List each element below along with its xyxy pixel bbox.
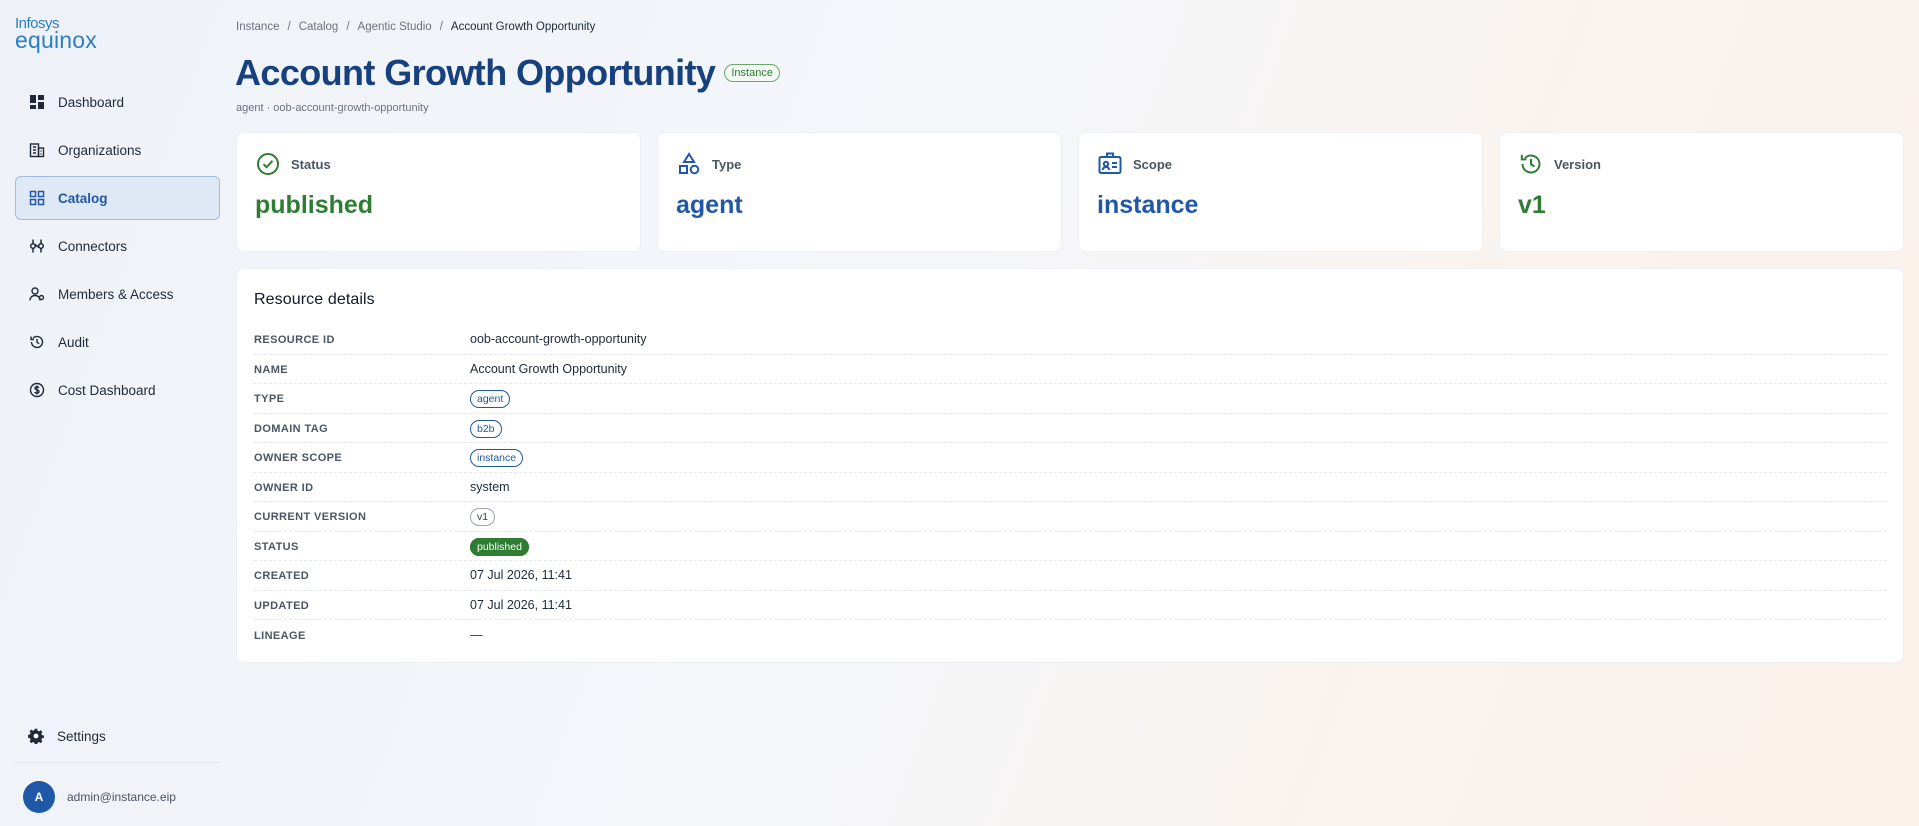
breadcrumb-instance[interactable]: Instance — [236, 21, 279, 33]
detail-key: UPDATED — [254, 599, 310, 612]
detail-value: — — [470, 627, 483, 642]
detail-key: RESOURCE ID — [254, 334, 335, 347]
status-card: Status published — [236, 132, 641, 252]
check-circle-icon — [255, 151, 281, 177]
gear-icon — [28, 728, 44, 744]
shapes-icon — [676, 151, 702, 177]
detail-key: DOMAIN TAG — [254, 422, 329, 435]
user-profile[interactable]: A admin@instance.eip — [23, 781, 176, 813]
scope-card-label: Scope — [1133, 156, 1173, 172]
page-subtitle: agent · oob-account-growth-opportunity — [236, 102, 429, 114]
owner-scope-pill: instance — [470, 449, 524, 468]
sidebar-divider — [15, 762, 220, 763]
table-row: UPDATED 07 Jul 2026, 11:41 — [254, 591, 1887, 620]
breadcrumb: Instance / Catalog / Agentic Studio / Ac… — [236, 21, 595, 33]
detail-key: OWNER ID — [254, 481, 314, 494]
type-card-label: Type — [712, 156, 742, 172]
sidebar-item-label: Dashboard — [58, 94, 125, 110]
status-card-value: published — [255, 191, 374, 219]
version-card: Version v1 — [1499, 132, 1904, 252]
type-card: Type agent — [657, 132, 1062, 252]
table-row: DOMAIN TAG b2b — [254, 414, 1887, 443]
sidebar-item-label: Members & Access — [58, 286, 174, 302]
version-card-label: Version — [1554, 156, 1601, 172]
id-badge-icon — [1097, 151, 1123, 177]
page-title: Account Growth Opportunity — [235, 52, 716, 93]
grid-icon — [29, 190, 45, 206]
table-row: CREATED 07 Jul 2026, 11:41 — [254, 561, 1887, 591]
sidebar-item-audit[interactable]: Audit — [15, 320, 220, 364]
table-row: OWNER SCOPE instance — [254, 443, 1887, 473]
sidebar-nav: Dashboard Organizations Catalog Connecto… — [15, 80, 220, 416]
brand-line2: equinox — [15, 27, 97, 53]
sidebar-item-label: Audit — [58, 334, 89, 350]
sidebar-item-label: Catalog — [58, 190, 108, 206]
detail-key: TYPE — [254, 393, 285, 406]
settings-label: Settings — [57, 728, 106, 744]
breadcrumb-separator: / — [346, 21, 350, 33]
avatar: A — [23, 781, 55, 813]
connector-icon — [29, 238, 45, 254]
detail-key: OWNER SCOPE — [254, 452, 343, 465]
sidebar-item-organizations[interactable]: Organizations — [15, 128, 220, 172]
version-card-value: v1 — [1518, 191, 1546, 219]
resource-details-title: Resource details — [254, 291, 375, 308]
type-card-value: agent — [676, 191, 743, 219]
detail-value: oob-account-growth-opportunity — [470, 332, 647, 347]
table-row: NAME Account Growth Opportunity — [254, 355, 1887, 384]
detail-value: Account Growth Opportunity — [470, 361, 628, 376]
sidebar-item-catalog[interactable]: Catalog — [15, 176, 220, 220]
detail-value: system — [470, 479, 510, 494]
detail-key: NAME — [254, 363, 288, 376]
table-row: LINEAGE — — [254, 620, 1887, 650]
sidebar-item-connectors[interactable]: Connectors — [15, 224, 220, 268]
detail-key: LINEAGE — [254, 629, 306, 642]
settings-button[interactable]: Settings — [15, 716, 220, 756]
detail-key: CURRENT VERSION — [254, 511, 367, 524]
scope-badge: Instance — [724, 64, 780, 82]
sidebar-item-label: Cost Dashboard — [58, 382, 156, 398]
history-icon — [29, 334, 45, 350]
detail-key: CREATED — [254, 570, 310, 583]
type-pill: agent — [470, 390, 511, 409]
table-row: CURRENT VERSION v1 — [254, 502, 1887, 532]
resource-details-panel: Resource details RESOURCE ID oob-account… — [236, 268, 1904, 663]
domain-tag-pill: b2b — [470, 419, 502, 438]
dashboard-icon — [29, 94, 45, 110]
breadcrumb-separator: / — [439, 21, 443, 33]
breadcrumb-agentic-studio[interactable]: Agentic Studio — [358, 21, 432, 33]
history-icon — [1518, 151, 1544, 177]
sidebar: Infosys equinox Dashboard Organizations … — [0, 0, 232, 826]
user-email: admin@instance.eip — [67, 790, 176, 804]
table-row: TYPE agent — [254, 384, 1887, 414]
brand-logo[interactable]: Infosys equinox — [15, 16, 97, 52]
sidebar-item-dashboard[interactable]: Dashboard — [15, 80, 220, 124]
scope-card-value: instance — [1097, 191, 1199, 219]
building-icon — [29, 142, 45, 158]
breadcrumb-separator: / — [287, 21, 291, 33]
summary-cards: Status published Type agent Scope instan… — [236, 132, 1904, 252]
sidebar-item-members-access[interactable]: Members & Access — [15, 272, 220, 316]
status-card-label: Status — [291, 156, 331, 172]
detail-value: 07 Jul 2026, 11:41 — [470, 568, 572, 583]
dollar-icon — [29, 382, 45, 398]
detail-key: STATUS — [254, 540, 299, 553]
table-row: OWNER ID system — [254, 473, 1887, 502]
detail-value: 07 Jul 2026, 11:41 — [470, 597, 572, 612]
sidebar-item-label: Organizations — [58, 142, 142, 158]
status-badge: published — [470, 537, 529, 556]
sidebar-item-cost-dashboard[interactable]: Cost Dashboard — [15, 368, 220, 412]
table-row: STATUS published — [254, 532, 1887, 561]
breadcrumb-current: Account Growth Opportunity — [450, 21, 596, 33]
version-pill: v1 — [470, 508, 496, 527]
sidebar-item-label: Connectors — [58, 238, 128, 254]
table-row: RESOURCE ID oob-account-growth-opportuni… — [254, 325, 1887, 355]
breadcrumb-catalog[interactable]: Catalog — [299, 21, 339, 33]
users-icon — [29, 286, 45, 302]
page-title-row: Account Growth Opportunity Instance — [235, 52, 780, 94]
scope-card: Scope instance — [1078, 132, 1483, 252]
